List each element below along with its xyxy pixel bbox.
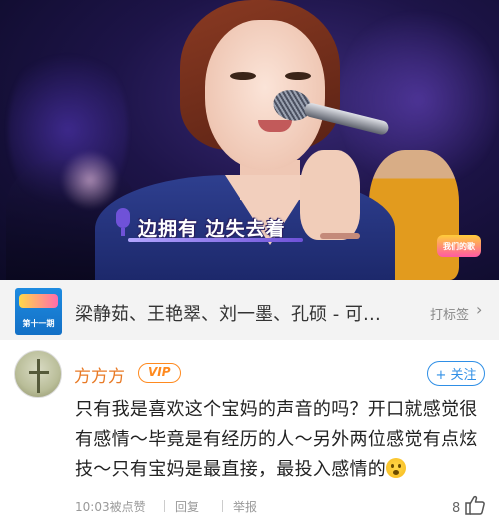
comment-text: 只有我是喜欢这个宝妈的声音的吗？开口就感觉很有感情～毕竟是有经历的人～另外两位感… <box>75 399 478 480</box>
tag-button[interactable]: 打标签 <box>430 304 469 323</box>
divider <box>222 500 223 512</box>
show-logo: 我们的歌 <box>437 235 481 257</box>
singer-hand <box>300 150 360 240</box>
video-frame[interactable]: 边拥有 边失去着 我们的歌 <box>0 0 499 280</box>
divider <box>164 500 165 512</box>
thumbnail-episode: 第十一期 <box>22 319 55 328</box>
song-thumbnail: 第十一期 <box>15 288 62 335</box>
bracelet <box>320 233 360 239</box>
like-count: 8 <box>452 501 461 516</box>
reply-button[interactable]: 回复 <box>175 498 199 515</box>
flushed-emoji-icon <box>386 458 407 478</box>
chevron-right-icon[interactable]: › <box>476 300 482 319</box>
lyric-subtitle: 边拥有 边失去着 <box>138 218 286 240</box>
vip-badge: VIP <box>138 363 181 383</box>
comment-time: 10:03被点赞 <box>75 500 146 514</box>
thumbnail-logo <box>19 294 58 308</box>
comment-body: 只有我是喜欢这个宝妈的声音的吗？开口就感觉很有感情～毕竟是有经历的人～另外两位感… <box>75 395 485 485</box>
follow-button[interactable]: + 关注 <box>427 361 485 386</box>
microphone-icon <box>116 208 130 236</box>
singer-eye <box>285 72 311 80</box>
comment-username[interactable]: 方方方 <box>74 362 125 387</box>
stage-light <box>60 150 120 210</box>
avatar[interactable] <box>14 350 62 398</box>
song-title[interactable]: 梁静茹、王艳翠、刘一墨、孔硕 - 可… <box>75 300 420 326</box>
thumbs-up-icon[interactable] <box>464 495 486 515</box>
singer-eye <box>230 72 256 80</box>
lyric-progress-bar <box>128 238 303 242</box>
report-button[interactable]: 举报 <box>233 498 257 515</box>
